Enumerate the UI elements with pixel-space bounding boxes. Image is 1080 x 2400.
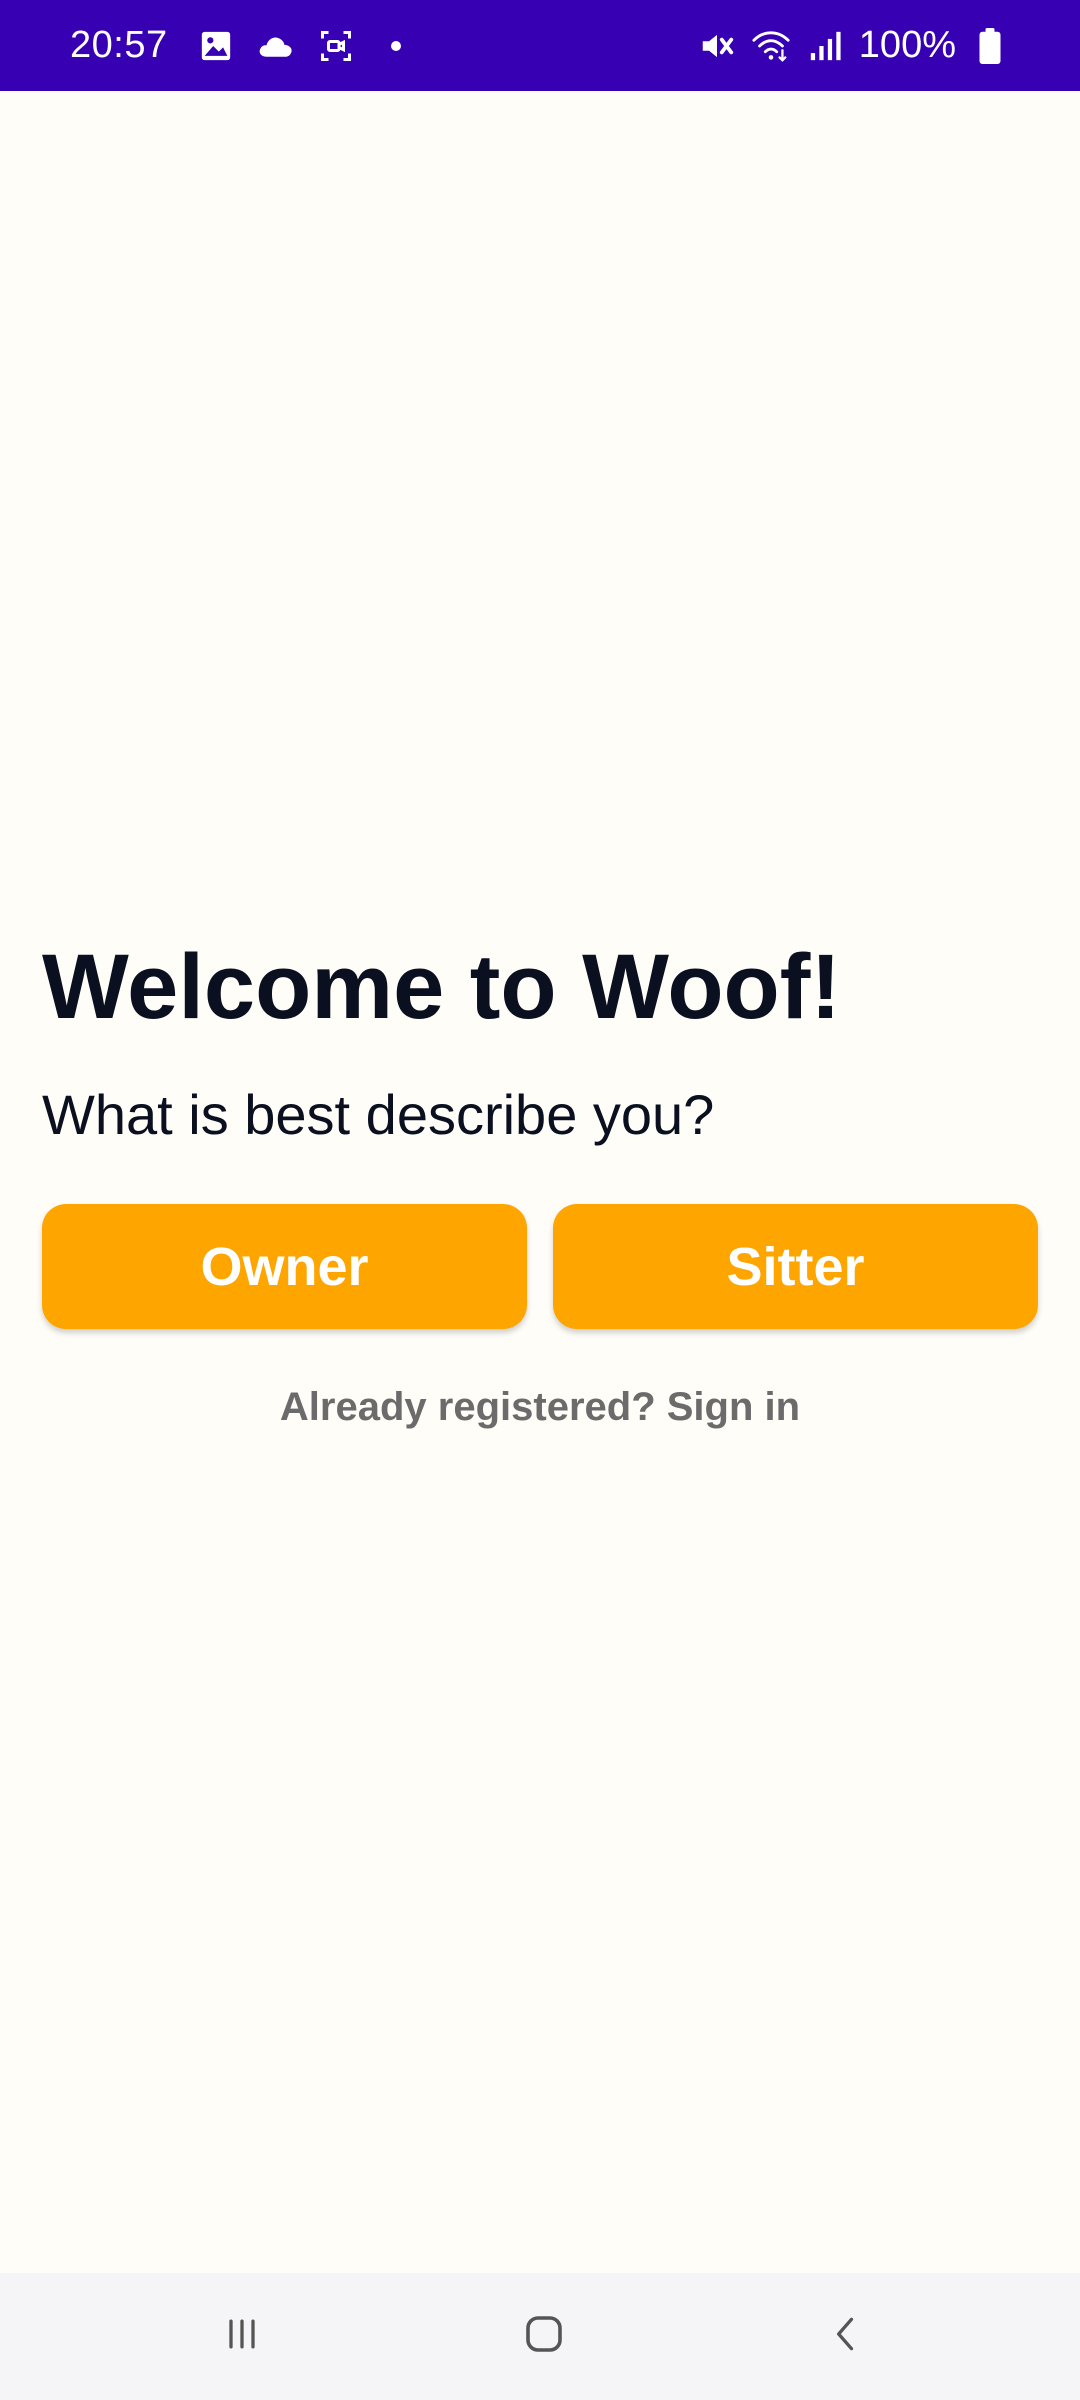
owner-button[interactable]: Owner [42,1204,527,1329]
recents-icon [220,2312,264,2361]
cloud-icon [256,26,296,66]
page-subtitle: What is best describe you? [42,1083,715,1146]
wifi-icon [751,26,791,66]
mute-icon [697,26,737,66]
back-button[interactable] [786,2273,906,2400]
status-left: 20:57 [70,0,416,91]
sign-in-link[interactable]: Already registered? Sign in [0,1385,1080,1430]
battery-icon [970,26,1010,66]
status-bar: 20:57 100% [0,0,1080,91]
battery-percent: 100% [858,24,956,66]
dot-icon [376,26,416,66]
navigation-bar [0,2273,1080,2400]
sitter-button[interactable]: Sitter [553,1204,1038,1329]
screen-record-icon [316,26,356,66]
home-button[interactable] [484,2273,604,2400]
image-icon [196,26,236,66]
status-time: 20:57 [70,24,168,66]
home-icon [520,2310,568,2363]
screen: 20:57 100% Welcome to Woof! What is best… [0,0,1080,2400]
signal-icon [805,26,845,66]
recents-button[interactable] [182,2273,302,2400]
back-icon [824,2312,868,2361]
page-title: Welcome to Woof! [42,936,842,1038]
status-right: 100% [697,0,1010,91]
